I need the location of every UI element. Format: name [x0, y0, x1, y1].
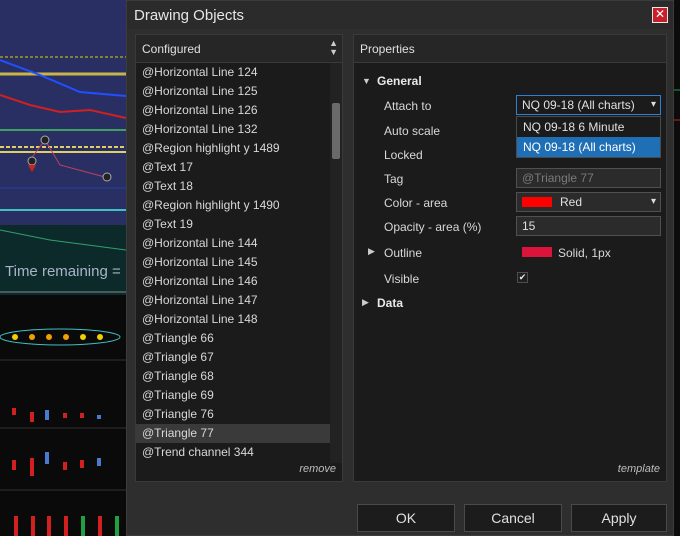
chevron-down-icon: ▾: [650, 196, 656, 207]
sort-arrows-icon[interactable]: ▲ ▼: [329, 39, 338, 57]
scrollbar-thumb[interactable]: [332, 103, 340, 159]
configured-list: @Horizontal Line 124 @Horizontal Line 125…: [136, 63, 330, 463]
list-item[interactable]: @Horizontal Line 148: [136, 310, 330, 329]
attach-to-option-selected[interactable]: NQ 09-18 (All charts): [517, 137, 660, 157]
remove-button[interactable]: remove: [299, 463, 336, 475]
expand-arrow-icon[interactable]: ▶: [362, 297, 369, 308]
general-group-label[interactable]: General: [377, 74, 422, 88]
attach-to-dropdown: NQ 09-18 6 Minute NQ 09-18 (All charts): [516, 116, 661, 158]
collapse-arrow-icon[interactable]: ▼: [362, 76, 371, 86]
outline-swatch[interactable]: [522, 247, 552, 257]
dialog-title: Drawing Objects: [134, 7, 245, 24]
list-item[interactable]: @Triangle 77: [136, 424, 330, 443]
list-item[interactable]: @Trend channel 344: [136, 443, 330, 462]
list-item[interactable]: @Triangle 76: [136, 405, 330, 424]
drawing-objects-dialog: Drawing Objects ✕ Configured ▲ ▼ @Horizon…: [126, 0, 674, 536]
opacity-area-label: Opacity - area (%): [384, 220, 482, 234]
visible-label: Visible: [384, 272, 420, 286]
color-area-select[interactable]: Red ▾: [516, 192, 661, 212]
list-item[interactable]: @Horizontal Line 146: [136, 272, 330, 291]
color-area-label: Color - area: [384, 196, 448, 210]
list-item[interactable]: @Horizontal Line 145: [136, 253, 330, 272]
list-item[interactable]: @Text 18: [136, 177, 330, 196]
list-item[interactable]: @Region highlight y 1489: [136, 139, 330, 158]
time-remaining-label: Time remaining =: [5, 263, 121, 280]
list-item[interactable]: @Horizontal Line 147: [136, 291, 330, 310]
color-area-value: Red: [560, 195, 583, 209]
list-item[interactable]: @Text 19: [136, 215, 330, 234]
apply-button[interactable]: Apply: [571, 504, 667, 532]
list-item[interactable]: @Triangle 66: [136, 329, 330, 348]
tag-placeholder: @Triangle 77: [522, 171, 594, 185]
chevron-down-icon: ▾: [650, 99, 656, 110]
color-area-swatch: [522, 197, 552, 207]
expand-arrow-icon[interactable]: ▶: [368, 246, 375, 257]
outline-label: Outline: [384, 246, 423, 260]
template-button[interactable]: template: [618, 463, 660, 475]
properties-panel: Properties ▼ General Attach to NQ 09-18 …: [353, 34, 667, 482]
data-group-label[interactable]: Data: [377, 296, 403, 310]
dialog-titlebar[interactable]: Drawing Objects ✕: [127, 1, 673, 29]
list-item[interactable]: @Region highlight y 1490: [136, 196, 330, 215]
list-item[interactable]: @Horizontal Line 124: [136, 63, 330, 82]
opacity-area-input[interactable]: 15: [516, 216, 661, 236]
configured-header: Configured ▲ ▼: [136, 35, 342, 63]
list-item[interactable]: @Horizontal Line 144: [136, 234, 330, 253]
list-item[interactable]: @Triangle 68: [136, 367, 330, 386]
configured-panel: Configured ▲ ▼ @Horizontal Line 124 @Horiz…: [135, 34, 343, 482]
locked-label: Locked: [384, 148, 423, 162]
list-item[interactable]: @Horizontal Line 126: [136, 101, 330, 120]
configured-header-label: Configured: [142, 42, 201, 56]
close-button[interactable]: ✕: [652, 7, 668, 23]
properties-header: Properties: [354, 35, 666, 63]
list-item[interactable]: @Horizontal Line 125: [136, 82, 330, 101]
list-item[interactable]: @Triangle 69: [136, 386, 330, 405]
cancel-button[interactable]: Cancel: [464, 504, 562, 532]
outline-value[interactable]: Solid, 1px: [558, 246, 611, 260]
tag-input[interactable]: @Triangle 77: [516, 168, 661, 188]
configured-scrollbar[interactable]: [330, 63, 342, 463]
ok-button[interactable]: OK: [357, 504, 455, 532]
list-item[interactable]: @Text 17: [136, 158, 330, 177]
attach-to-option[interactable]: NQ 09-18 6 Minute: [517, 117, 660, 137]
properties-header-label: Properties: [360, 42, 415, 56]
list-item[interactable]: @Horizontal Line 132: [136, 120, 330, 139]
visible-checkbox[interactable]: ✔: [517, 272, 528, 283]
list-item[interactable]: @Triangle 67: [136, 348, 330, 367]
attach-to-label: Attach to: [384, 99, 432, 113]
opacity-area-value: 15: [522, 219, 536, 233]
auto-scale-label: Auto scale: [384, 124, 441, 138]
tag-label: Tag: [384, 172, 404, 186]
attach-to-value: NQ 09-18 (All charts): [522, 98, 635, 112]
attach-to-select[interactable]: NQ 09-18 (All charts) ▾: [516, 95, 661, 115]
